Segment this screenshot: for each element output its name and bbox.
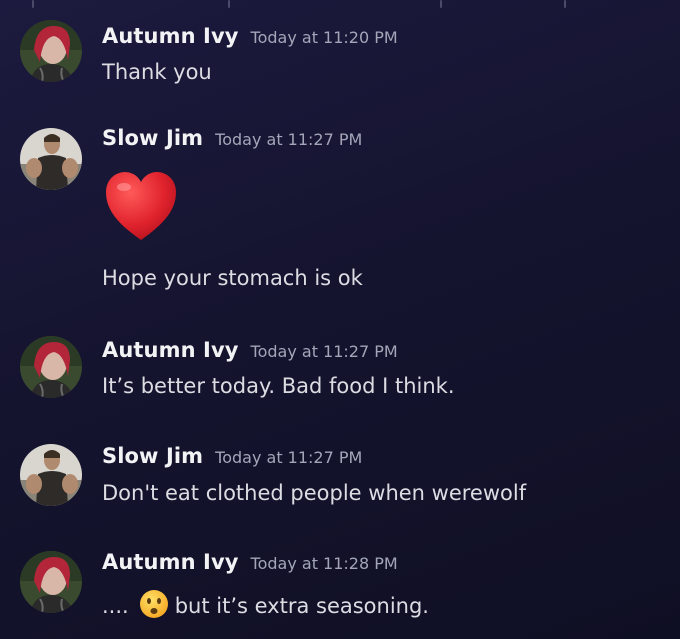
fragment-mark — [32, 0, 34, 8]
message-timestamp: Today at 11:27 PM — [250, 342, 398, 361]
message-suffix: but it’s extra seasoning. — [174, 594, 429, 618]
avatar-autumn-ivy[interactable] — [20, 20, 82, 82]
message-author[interactable]: Autumn Ivy Today at 11:28 PM — [102, 550, 398, 574]
message-text: Hope your stomach is ok — [102, 266, 363, 290]
message-timestamp: Today at 11:27 PM — [215, 448, 363, 467]
message-author[interactable]: Autumn Ivy Today at 11:20 PM — [102, 24, 398, 48]
message-text: .... but it’s extra seasoning. — [102, 589, 429, 619]
message-text: Thank you — [102, 60, 212, 84]
author-name[interactable]: Slow Jim — [102, 444, 203, 468]
avatar-slow-jim[interactable] — [20, 128, 82, 190]
fragment-mark — [564, 0, 566, 8]
message-author[interactable]: Slow Jim Today at 11:27 PM — [102, 444, 362, 468]
author-name[interactable]: Autumn Ivy — [102, 338, 239, 362]
author-name[interactable]: Slow Jim — [102, 126, 203, 150]
red-heart-emoji-icon[interactable] — [104, 170, 178, 242]
message-timestamp: Today at 11:20 PM — [250, 28, 398, 47]
author-name[interactable]: Autumn Ivy — [102, 24, 239, 48]
message-timestamp: Today at 11:28 PM — [250, 554, 398, 573]
frowning-face-emoji-icon[interactable] — [139, 589, 169, 619]
message-text: Don't eat clothed people when werewolf — [102, 481, 527, 505]
message-author[interactable]: Slow Jim Today at 11:27 PM — [102, 126, 362, 150]
author-name[interactable]: Autumn Ivy — [102, 550, 239, 574]
message-text: It’s better today. Bad food I think. — [102, 374, 455, 398]
previous-message-fragment — [0, 0, 680, 12]
avatar-autumn-ivy[interactable] — [20, 551, 82, 613]
fragment-mark — [440, 0, 442, 8]
message-author[interactable]: Autumn Ivy Today at 11:27 PM — [102, 338, 398, 362]
avatar-slow-jim[interactable] — [20, 444, 82, 506]
fragment-mark — [228, 0, 230, 8]
message-timestamp: Today at 11:27 PM — [215, 130, 363, 149]
message-prefix: .... — [102, 594, 129, 618]
avatar-autumn-ivy[interactable] — [20, 336, 82, 398]
